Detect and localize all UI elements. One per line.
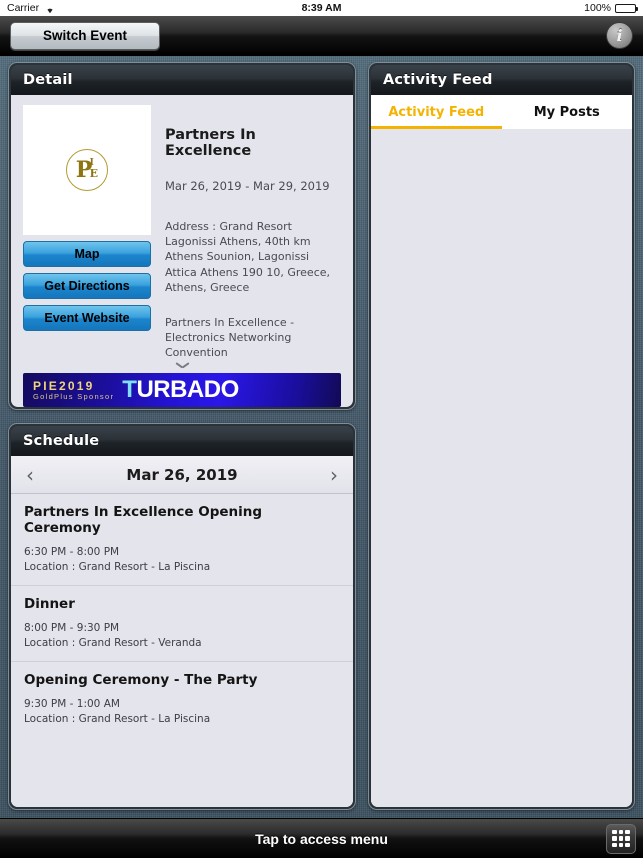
battery-icon (615, 3, 638, 13)
schedule-item-title: Partners In Excellence Opening Ceremony (24, 504, 263, 536)
detail-panel-body: P I E Map Get Directions Event Website P… (11, 95, 353, 407)
left-column: Detail P I E Map Get Directions Event We… (8, 62, 356, 810)
sponsor-brand-initial: T (122, 376, 137, 404)
schedule-item-title: Opening Ceremony - The Party (24, 672, 258, 688)
schedule-item-time: 9:30 PM - 1:00 AM (24, 698, 120, 710)
pie-logo-letters-ie: I E (89, 159, 98, 180)
detail-right-column: Partners In Excellence Mar 26, 2019 - Ma… (165, 105, 341, 360)
event-address: Address : Grand Resort Lagonissi Athens,… (165, 220, 331, 294)
carrier-label: Carrier (7, 2, 40, 14)
get-directions-button[interactable]: Get Directions (23, 273, 151, 299)
activity-feed-list[interactable] (371, 129, 632, 807)
status-bar-time: 8:39 AM (301, 2, 342, 14)
event-title: Partners In Excellence (165, 127, 256, 159)
schedule-item-location: Location : Grand Resort - Veranda (24, 637, 202, 649)
right-column: Activity Feed Activity Feed My Posts (368, 62, 635, 810)
sponsor-banner[interactable]: PIE2019 GoldPlus Sponsor TURBADO (23, 373, 341, 407)
sponsor-banner-wrapper: PIE2019 GoldPlus Sponsor TURBADO (11, 369, 353, 407)
schedule-panel-title: Schedule (11, 426, 353, 456)
pie-logo-icon: P I E (66, 149, 108, 191)
tab-my-posts[interactable]: My Posts (502, 95, 633, 129)
activity-feed-tab-bar: Activity Feed My Posts (371, 95, 632, 129)
sponsor-brand-name: TURBADO (122, 378, 239, 402)
battery-percent-label: 100% (584, 2, 611, 14)
main-content: Detail P I E Map Get Directions Event We… (0, 56, 643, 818)
detail-content: P I E Map Get Directions Event Website P… (11, 95, 353, 360)
detail-panel-title: Detail (11, 65, 353, 95)
schedule-list-item[interactable]: Opening Ceremony - The Party 9:30 PM - 1… (11, 662, 353, 737)
schedule-list-item[interactable]: Dinner 8:00 PM - 9:30 PM Location : Gran… (11, 586, 353, 662)
schedule-item-location: Location : Grand Resort - La Piscina (24, 561, 211, 573)
grid-menu-icon[interactable] (606, 823, 636, 854)
nav-bar: Switch Event i (0, 16, 643, 56)
current-date-label: Mar 26, 2019 (126, 465, 238, 484)
tab-activity-feed[interactable]: Activity Feed (371, 95, 502, 129)
bottom-bar-label: Tap to access menu (255, 830, 388, 847)
next-day-button[interactable]: › (315, 456, 353, 493)
activity-feed-panel: Activity Feed Activity Feed My Posts (368, 62, 635, 810)
sponsor-tier: PIE2019 GoldPlus Sponsor (33, 378, 115, 401)
detail-panel: Detail P I E Map Get Directions Event We… (8, 62, 356, 410)
schedule-panel: Schedule ‹ Mar 26, 2019 › Partners In Ex… (8, 423, 356, 810)
schedule-panel-body: ‹ Mar 26, 2019 › Partners In Excellence … (11, 456, 353, 807)
schedule-item-time: 6:30 PM - 8:00 PM (24, 546, 120, 558)
pie-logo-letter-e: E (89, 167, 98, 180)
status-bar-right: 100% (584, 2, 638, 14)
event-logo: P I E (23, 105, 151, 235)
bottom-bar[interactable]: Tap to access menu (0, 818, 643, 858)
date-navigator: ‹ Mar 26, 2019 › (11, 456, 353, 494)
detail-left-column: P I E Map Get Directions Event Website (23, 105, 151, 360)
schedule-item-location: Location : Grand Resort - La Piscina (24, 713, 211, 725)
sponsor-brand-rest: URBADO (136, 376, 239, 404)
event-description: Partners In Excellence - Electronics Net… (165, 315, 295, 360)
map-button[interactable]: Map (23, 241, 151, 267)
schedule-list-item[interactable]: Partners In Excellence Opening Ceremony … (11, 494, 353, 586)
wifi-icon (44, 4, 56, 14)
schedule-list: Partners In Excellence Opening Ceremony … (11, 494, 353, 807)
status-bar: Carrier 8:39 AM 100% (0, 0, 643, 16)
event-dates: Mar 26, 2019 - Mar 29, 2019 (165, 179, 330, 193)
activity-feed-panel-title: Activity Feed (371, 65, 632, 95)
activity-feed-panel-body: Activity Feed My Posts (371, 95, 632, 807)
schedule-item-time: 8:00 PM - 9:30 PM (24, 622, 120, 634)
sponsor-tier-subtitle: GoldPlus Sponsor (33, 391, 115, 401)
previous-day-button[interactable]: ‹ (11, 456, 49, 493)
event-website-button[interactable]: Event Website (23, 305, 151, 331)
chevron-down-icon[interactable] (176, 362, 189, 369)
sponsor-tier-title: PIE2019 (33, 378, 95, 393)
detail-expand-row[interactable] (11, 362, 353, 369)
schedule-item-title: Dinner (24, 596, 75, 612)
switch-event-button[interactable]: Switch Event (10, 21, 160, 50)
info-icon[interactable]: i (606, 22, 633, 49)
status-bar-left: Carrier (7, 2, 56, 14)
